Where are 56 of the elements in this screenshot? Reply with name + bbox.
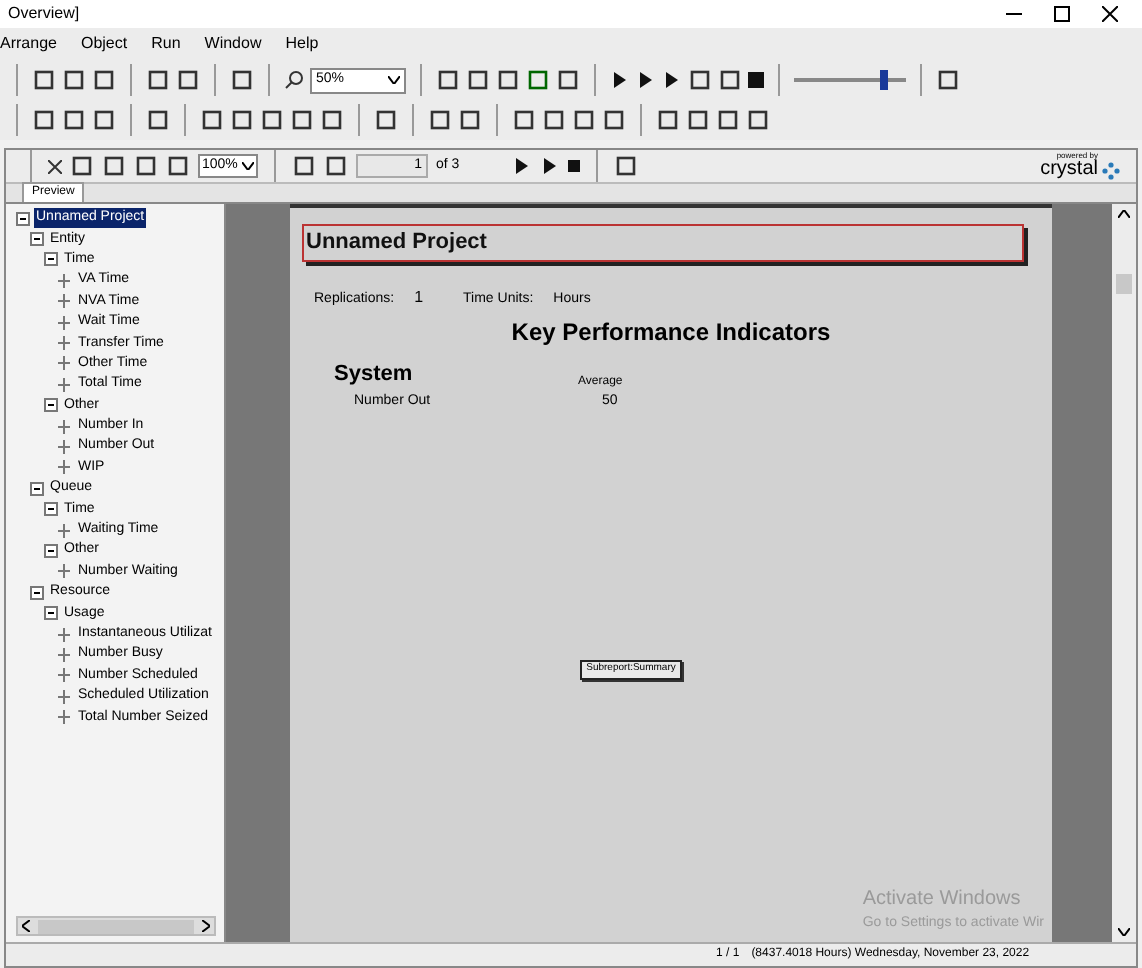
section-heading: System: [334, 360, 415, 390]
dropdown-caret-icon[interactable]: [242, 162, 254, 170]
leaf-icon: [58, 710, 72, 725]
leaf-icon: [58, 377, 72, 392]
menu-item[interactable]: Arrange: [0, 32, 57, 56]
collapse-icon[interactable]: [16, 211, 30, 226]
close-icon[interactable]: [48, 159, 62, 173]
leaf-icon: [58, 294, 72, 309]
last-page-icon[interactable]: [540, 156, 560, 176]
scroll-right-icon[interactable]: [202, 920, 210, 932]
brand-logo-text: crystal: [1040, 160, 1098, 180]
horizontal-scrollbar[interactable]: [16, 916, 216, 936]
play-icon[interactable]: [610, 70, 630, 90]
collapse-icon[interactable]: [44, 606, 58, 621]
replications-value: 1: [414, 285, 424, 309]
window-title: Overview]: [8, 2, 80, 26]
next-page-icon[interactable]: [512, 156, 532, 176]
dropdown-caret-icon[interactable]: [388, 76, 400, 84]
speed-slider[interactable]: [794, 70, 906, 90]
collapse-icon[interactable]: [44, 543, 58, 558]
leaf-icon: [58, 460, 72, 475]
close-icon[interactable]: [1102, 6, 1118, 22]
leaf-icon: [58, 439, 72, 454]
scrollbar-thumb[interactable]: [1116, 274, 1132, 294]
leaf-icon: [58, 523, 72, 538]
maximize-icon[interactable]: [1054, 6, 1070, 22]
scroll-up-icon[interactable]: [1118, 210, 1130, 218]
zoom-icon[interactable]: [284, 70, 304, 90]
menu-item[interactable]: Run: [151, 32, 181, 56]
collapse-icon[interactable]: [44, 252, 58, 267]
report-title: Unnamed Project: [302, 224, 1024, 261]
report-heading: Key Performance Indicators: [509, 316, 833, 350]
scrollbar-thumb[interactable]: [38, 919, 194, 933]
leaf-icon: [58, 315, 72, 330]
vertical-scrollbar[interactable]: [1112, 204, 1136, 942]
leaf-icon: [58, 668, 72, 683]
scroll-left-icon[interactable]: [22, 920, 30, 932]
logo-icon: [1102, 162, 1120, 180]
leaf-icon: [58, 419, 72, 434]
menu-item[interactable]: Object: [80, 32, 128, 56]
leaf-icon: [58, 647, 72, 662]
collapse-icon[interactable]: [30, 585, 44, 600]
collapse-icon[interactable]: [44, 398, 58, 413]
collapse-icon[interactable]: [30, 232, 44, 247]
menu-item[interactable]: Help: [285, 32, 319, 56]
leaf-icon: [58, 273, 72, 288]
scroll-down-icon[interactable]: [1118, 928, 1130, 936]
leaf-icon: [58, 627, 72, 641]
leaf-icon: [58, 336, 72, 351]
leaf-icon: [58, 564, 72, 579]
leaf-icon: [58, 356, 72, 371]
leaf-icon: [58, 689, 72, 704]
collapse-icon[interactable]: [30, 481, 44, 496]
menu-item[interactable]: Window: [204, 32, 262, 56]
collapse-icon[interactable]: [44, 502, 58, 517]
activation-title: Activate Windows: [862, 885, 1023, 913]
